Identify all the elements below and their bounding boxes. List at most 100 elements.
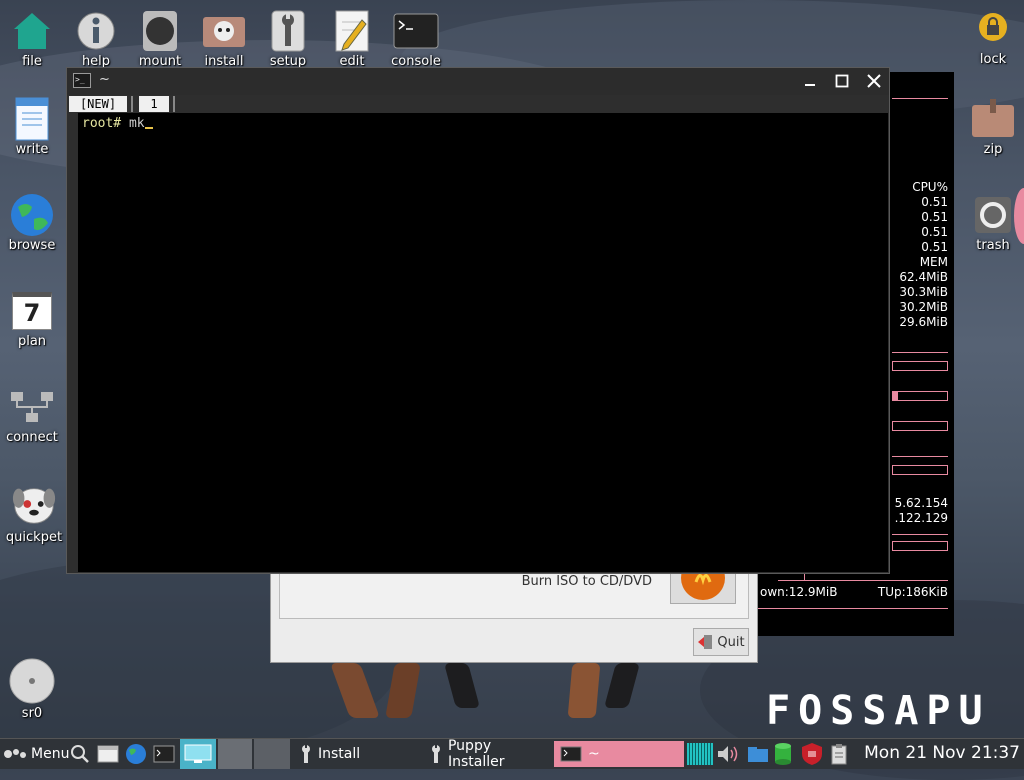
trash-icon: [970, 194, 1016, 236]
minimize-button[interactable]: [799, 70, 821, 92]
folder-network-icon: [748, 747, 768, 762]
maximize-button[interactable]: [831, 70, 853, 92]
terminal-output[interactable]: root# mk: [78, 113, 888, 572]
desktop-icon-label: file: [22, 54, 42, 69]
desktop-icon-write[interactable]: write: [0, 97, 64, 157]
network-tray[interactable]: [746, 739, 770, 769]
cpu-value: 0.51: [921, 195, 948, 209]
terminal-icon: [393, 10, 439, 52]
desktop-icon-edit[interactable]: edit: [320, 10, 384, 69]
document-icon: [9, 97, 55, 141]
puppy-menu-icon: [4, 749, 26, 758]
desktop-icon-install[interactable]: install: [192, 10, 256, 69]
monitor-bar: [892, 541, 948, 551]
task-puppy-installer[interactable]: Puppy Installer: [424, 738, 552, 770]
desktop-icon-zip[interactable]: zip: [961, 98, 1024, 157]
browser-launcher[interactable]: [125, 739, 147, 769]
taskbar: Menu Install Puppy Installer ~ Mon 21 No…: [0, 738, 1024, 770]
task-terminal-active[interactable]: ~: [554, 741, 684, 767]
cpu-value: 0.51: [921, 225, 948, 239]
monitor-line: [892, 456, 948, 457]
home-icon: [9, 10, 55, 52]
desktop-2[interactable]: [218, 739, 252, 769]
desktop-3[interactable]: [254, 739, 290, 769]
drive-icon: [137, 10, 183, 52]
desktop-icon-label: zip: [983, 142, 1003, 157]
desktop-icon-mount[interactable]: mount: [128, 10, 192, 69]
tab-separator: [173, 96, 175, 112]
clipboard-icon: [831, 744, 847, 765]
desktop-icon-label: quickpet: [5, 530, 63, 545]
desktop-icon-connect[interactable]: connect: [0, 386, 64, 445]
shield-icon: [802, 743, 822, 765]
desktop-icon-quickpet[interactable]: quickpet: [2, 480, 66, 545]
clock[interactable]: Mon 21 Nov 21:37: [864, 743, 1020, 763]
monitor-bar: [892, 421, 948, 431]
network-icon: [9, 386, 55, 428]
terminal-icon: [560, 746, 582, 762]
terminal-launcher[interactable]: [153, 739, 175, 769]
task-label: Install: [318, 746, 361, 762]
search-launcher[interactable]: [70, 739, 90, 769]
mem-value: 30.3MiB: [899, 285, 948, 299]
archive-box-icon: [970, 98, 1016, 140]
mem-value: 29.6MiB: [899, 315, 948, 329]
mem-header: MEM: [919, 255, 948, 269]
desktop-icon-lock[interactable]: lock: [961, 4, 1024, 67]
monitor-bar: [892, 391, 948, 401]
desktop-icon-label: write: [15, 142, 49, 157]
menu-button[interactable]: Menu: [2, 739, 69, 769]
desktop-icon-label: trash: [976, 238, 1010, 253]
maximize-icon: [835, 74, 849, 88]
tab-separator: [131, 96, 133, 112]
file-manager-launcher[interactable]: [97, 739, 119, 769]
storage-tray[interactable]: [772, 739, 794, 769]
monitor-line: [892, 352, 948, 353]
exit-door-icon: [698, 635, 713, 649]
cpu-value: 0.51: [921, 240, 948, 254]
padlock-icon: [970, 4, 1016, 50]
close-button[interactable]: [863, 70, 885, 92]
puppy-icon: [11, 480, 57, 528]
globe-icon: [126, 744, 146, 764]
terminal-window[interactable]: >_ ~ [NEW] 1 root# mk: [66, 67, 890, 574]
desktop-icon-label: plan: [17, 334, 47, 349]
desktop-icon-console[interactable]: console: [384, 10, 448, 69]
terminal-titlebar[interactable]: >_ ~: [67, 68, 889, 95]
wallpaper-art: [320, 663, 650, 723]
firewall-tray[interactable]: [800, 739, 824, 769]
pencil-note-icon: [329, 10, 375, 52]
quit-label: Quit: [717, 634, 745, 650]
clipboard-tray[interactable]: [830, 739, 848, 769]
cdrom-icon: [9, 658, 55, 704]
desktop-icon-setup[interactable]: setup: [256, 10, 320, 69]
puppy-package-icon: [201, 10, 247, 52]
volume-tray[interactable]: [716, 739, 742, 769]
tab-1[interactable]: 1: [139, 96, 169, 112]
cpu-header: CPU%: [912, 180, 948, 194]
wrench-icon: [265, 10, 311, 52]
desktop-icon-help[interactable]: help: [64, 10, 128, 69]
desktop-icon-file[interactable]: file: [0, 10, 64, 69]
calendar-day: 7: [12, 292, 52, 330]
network-graph-line: [778, 580, 948, 581]
monitor-bar: [892, 361, 948, 371]
monitor-bar: [892, 465, 948, 475]
tab-new[interactable]: [NEW]: [69, 96, 127, 112]
database-icon: [775, 743, 791, 765]
quit-button[interactable]: Quit: [693, 628, 749, 656]
text-cursor: [144, 127, 153, 129]
desktop-icon-browse[interactable]: browse: [0, 194, 64, 253]
desktop-icon-label: lock: [979, 52, 1007, 67]
desktop-1[interactable]: [180, 739, 216, 769]
monitor-icon: [184, 744, 212, 763]
task-label: Puppy Installer: [447, 738, 505, 770]
desktop-icon-sr0[interactable]: sr0: [0, 658, 64, 721]
cpu-graph-tray[interactable]: [687, 739, 713, 769]
speaker-icon: [718, 746, 738, 762]
task-install[interactable]: Install: [294, 741, 422, 767]
desktop-icon-plan[interactable]: 7 plan: [0, 290, 64, 349]
window-icon: [97, 745, 119, 763]
info-icon: [73, 10, 119, 52]
terminal-icon: [153, 745, 175, 763]
